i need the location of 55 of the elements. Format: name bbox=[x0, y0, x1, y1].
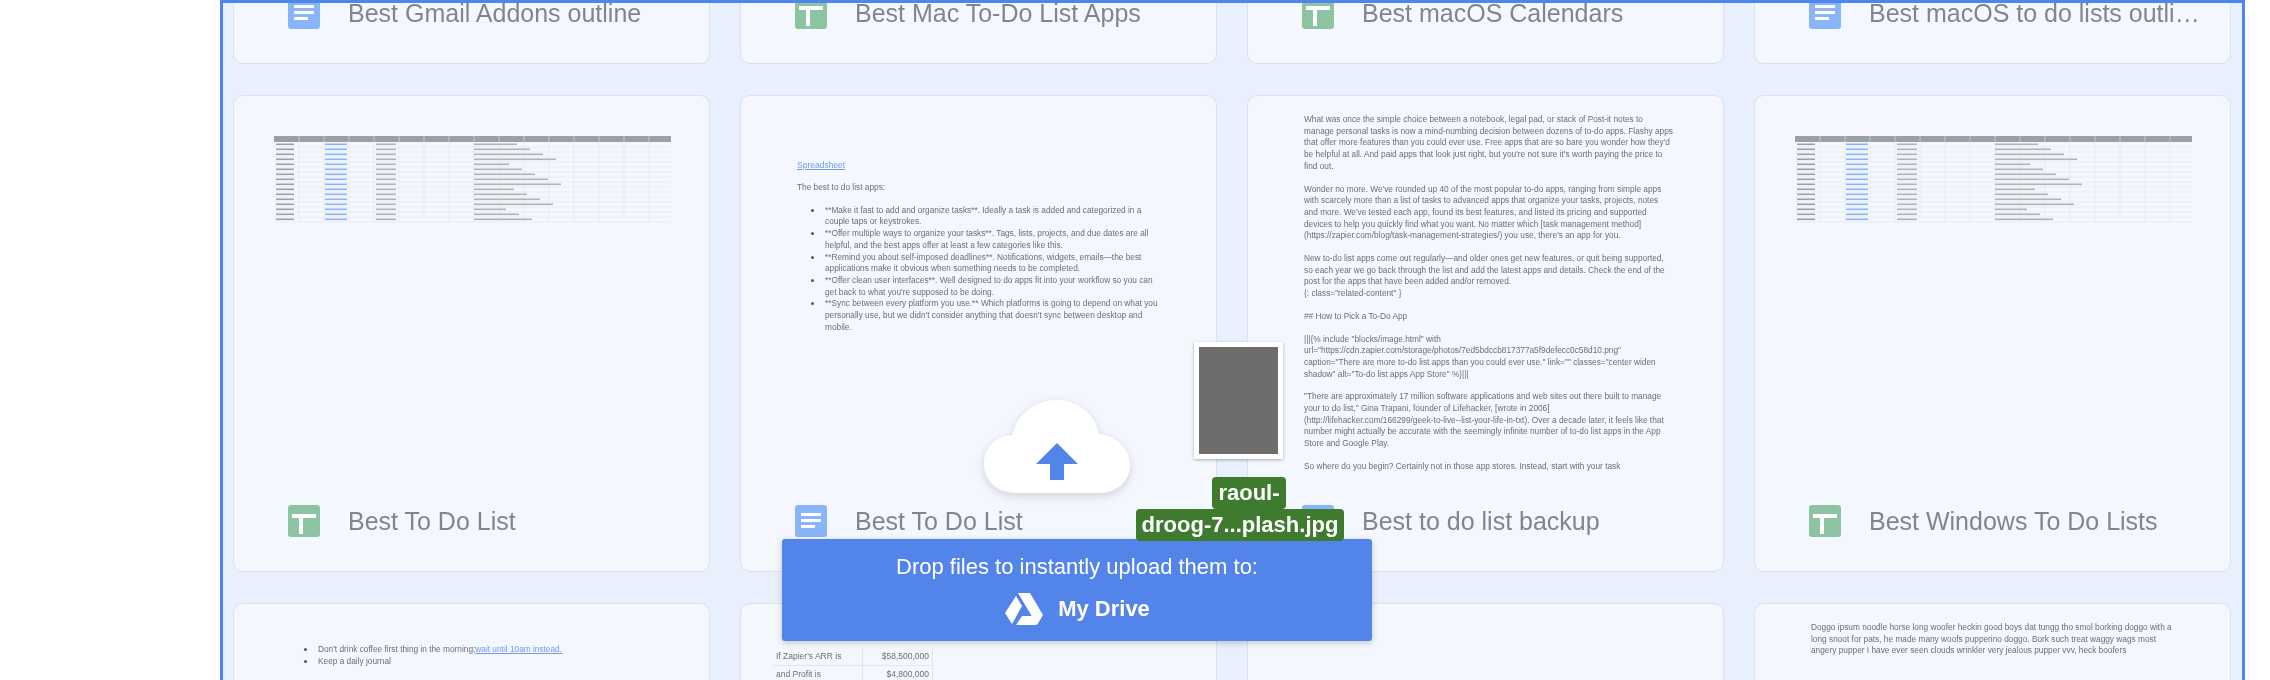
document-text: Wonder no more. We've rounded up 40 of the most popular to-do apps, ranging from simple apps with scarcely more than a list of tasks to advanced apps that organize your tasks, projects, notes and more. We've tested each app, found its best features, and listed its pricing and supported devices to help you quickly find what you want. No matter which [task management method](https://zapier.com/blog/task-management-strategies/) you use, there's an app for you. bbox=[1304, 183, 1663, 243]
document-text: |||{% include "blocks/image.html" with url="https://cdn.zapier.com/storage/photos/7ed5bdccb817377a5f9defecc0c58d10.png" caption="There are more to-do list apps than you could ever use." link="" classes="center widen shadow" alt="To-do list apps App Store" %}||| bbox=[1304, 333, 1657, 381]
document-text: What was once the simple choice between a notebook, legal pad, or stack of Post-it notes to manage personal tasks is now a mind-numbing decision between dozens of to-do apps. Flashy apps that offer more features than you could ever use. Free apps that are so bare you wonder how they'd be helpful at all. And paid apps that look just right, but you're not sure it's worth paying the price to find out. bbox=[1304, 114, 1673, 173]
bullet-icon bbox=[811, 208, 814, 212]
spreadsheet-icon bbox=[1809, 505, 1841, 537]
file-title: Best macOS Calendars bbox=[1362, 3, 1624, 28]
document-text: ## How to Pick a To-Do App bbox=[1304, 310, 1409, 323]
bullet-icon bbox=[304, 659, 307, 663]
document-text: Doggo ipsum noodle horse long woofer heckin good boys dat tungg tho smol borking doggo with a long snoot for pats, he made many woofs pupperino doggo. Bork such treat waggy wags most angery pupper I have ever seen clouds wrinkler very jealous pupper vvv, heck boofers bbox=[1811, 622, 2173, 658]
bullet-icon bbox=[811, 232, 814, 236]
file-title: Best to do list backup bbox=[1362, 506, 1600, 536]
document-bullet: Don't drink coffee first thing in the morning;wait until 10am instead. bbox=[318, 644, 563, 656]
file-title: Best Mac To-Do List Apps bbox=[855, 3, 1141, 28]
file-title: Best Gmail Addons outline bbox=[348, 3, 642, 28]
table-cell: If Zapier's ARR is bbox=[773, 648, 863, 666]
spreadsheet-icon bbox=[795, 3, 827, 29]
file-card[interactable]: Best macOS Calendars bbox=[1247, 3, 1724, 64]
table-cell: and Profit is bbox=[773, 666, 863, 680]
document-link[interactable]: Spreadsheet bbox=[797, 160, 846, 170]
banner-message: Drop files to instantly upload them to: bbox=[896, 554, 1258, 580]
spreadsheet-icon bbox=[1302, 3, 1334, 29]
document-bullet: **Remind you about self-imposed deadlines**. Notifications, widgets, emails—the best applications make it obvious when something needs to be completed. bbox=[825, 251, 1143, 275]
spreadsheet-icon bbox=[288, 505, 320, 537]
document-bullet: **Make it fast to add and organize tasks**. Ideally a task is added and categorized in a couple taps or keystrokes. bbox=[825, 204, 1143, 229]
document-text: The best to do list apps: bbox=[797, 182, 887, 194]
file-card[interactable]: Best To Do List bbox=[233, 95, 710, 572]
file-name-label: droog-7...plash.jpg bbox=[1135, 509, 1345, 541]
document-link[interactable]: wait until 10am instead. bbox=[475, 644, 563, 654]
document-bullet: **Sync between every platform you use.** Which platforms is going to depend on what you personally use, but we didn't consider anything that doesn't sync between desktop and mobile. bbox=[825, 298, 1159, 334]
file-card[interactable]: Best Gmail Addons outline bbox=[233, 3, 710, 64]
document-icon bbox=[795, 505, 827, 537]
bullet-icon bbox=[811, 302, 814, 306]
file-card[interactable]: Best Mac To-Do List Apps bbox=[740, 3, 1217, 64]
document-bullet: Keep a daily journal bbox=[318, 655, 391, 668]
file-card[interactable]: Best macOS to do lists outli… bbox=[1754, 3, 2231, 64]
file-card[interactable]: Don't drink coffee first thing in the morning;wait until 10am instead. Keep a daily journal bbox=[233, 603, 710, 680]
bullet-icon bbox=[811, 278, 814, 282]
document-text: New to-do list apps come out regularly—and older ones get new features, or quit being supported, so each year we go back through the list and add the latest apps and details. Check the end of the post for the apps that have been added and/or removed. {: class="related-content" } bbox=[1304, 253, 1666, 300]
file-title: Best macOS to do lists outli… bbox=[1869, 3, 2200, 28]
document-bullet: **Offer multiple ways to organize your tasks**. Tags, lists, projects, and due dates are all helpful, and the best apps offer at least a few categories like this. bbox=[825, 228, 1150, 252]
document-text: "There are approximately 17 million software applications and web sites out there built to manage your to do list," Gina Trapani, founder of Lifehacker, [wrote in 2006](http://lifehacker.com/166299/geek-to-live--list-your-life-in-txt). Over a decade later, it feels like that number might actually be accurate with the seemingly infinite number of to-do list apps in the App Store and Google Play. bbox=[1304, 391, 1665, 450]
document-text: So where do you begin? Certainly not in those app stores. Instead, start with your task bbox=[1304, 460, 1622, 473]
drive-logo-icon bbox=[1004, 592, 1045, 626]
bullet-icon bbox=[811, 255, 814, 259]
file-card[interactable]: Best Windows To Do Lists bbox=[1754, 95, 2231, 572]
file-name-label: raoul- bbox=[1212, 477, 1286, 509]
file-title: Best To Do List bbox=[855, 506, 1023, 536]
file-title: Best To Do List bbox=[348, 506, 516, 536]
document-bullet: **Offer clean user interfaces**. Well designed to do apps fit into your workflow so you can get back to what you're supposed to be doing. bbox=[825, 274, 1154, 299]
bullet-icon bbox=[304, 648, 307, 651]
file-title: Best Windows To Do Lists bbox=[1869, 506, 2158, 536]
document-icon bbox=[1809, 3, 1841, 29]
table-cell: $58,500,000 bbox=[863, 648, 933, 666]
document-icon bbox=[288, 3, 320, 29]
table-cell: $4,800,000 bbox=[863, 666, 933, 680]
